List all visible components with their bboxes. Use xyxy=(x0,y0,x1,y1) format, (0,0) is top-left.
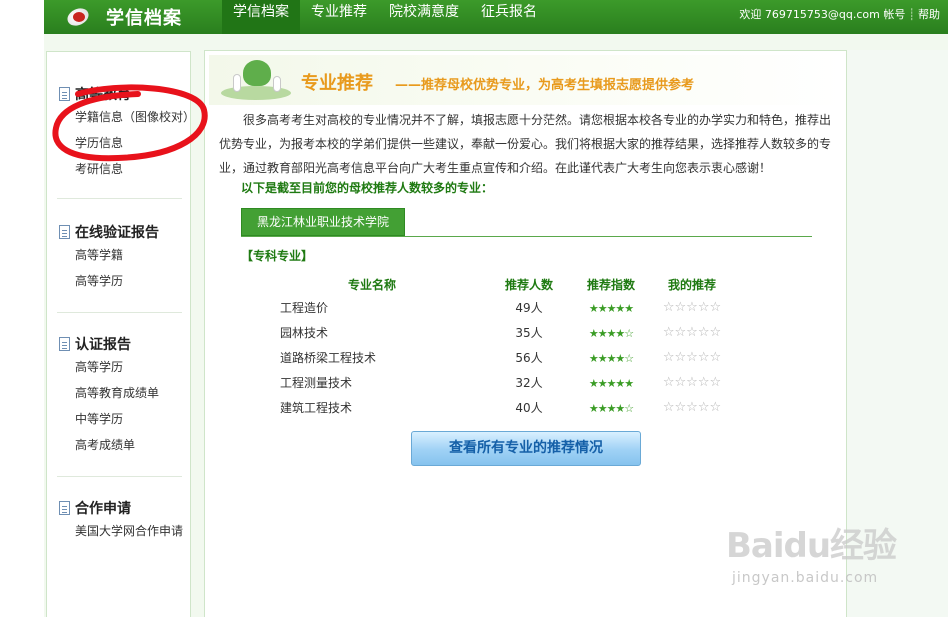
document-icon xyxy=(59,87,70,101)
sidebar-divider xyxy=(57,312,182,313)
table-row: 建筑工程技术 40人 ★★★★☆ ☆☆☆☆☆ xyxy=(265,395,741,420)
user-area: 欢迎 769715753@qq.com 帐号 ┊ 帮助 xyxy=(739,0,940,30)
major-name: 工程造价 xyxy=(280,301,329,315)
sidebar-item-us-university[interactable]: 美国大学网合作申请 xyxy=(59,518,184,544)
document-icon xyxy=(59,337,70,351)
my-rating-stars-icon[interactable]: ☆☆☆☆☆ xyxy=(663,300,721,315)
help-link[interactable]: 帮助 xyxy=(918,8,940,21)
column-header-count: 推荐人数 xyxy=(504,277,553,292)
column-header-major: 专业名称 xyxy=(347,277,396,292)
sidebar-group-higher-education: 高等教育 学籍信息（图像校对） 学历信息 考研信息 xyxy=(59,84,195,182)
nav-tab-major-recommend[interactable]: 专业推荐 xyxy=(300,0,378,34)
column-header-my-rating: 我的推荐 xyxy=(667,277,716,292)
table-row: 道路桥梁工程技术 56人 ★★★★☆ ☆☆☆☆☆ xyxy=(265,345,741,370)
sidebar-item-cert-degree[interactable]: 高等学历 xyxy=(59,354,184,380)
table-row: 工程造价 49人 ★★★★★ ☆☆☆☆☆ xyxy=(265,295,741,320)
sidebar-item-postgrad-info[interactable]: 考研信息 xyxy=(59,156,184,182)
sidebar-item-higher-degree[interactable]: 高等学历 xyxy=(59,268,184,294)
my-rating-stars-icon[interactable]: ☆☆☆☆☆ xyxy=(663,400,721,415)
sidebar-group-online-report: 在线验证报告 高等学籍 高等学历 xyxy=(59,222,184,294)
sidebar-group-header: 高等教育 xyxy=(59,84,184,104)
baidu-jingyan-watermark: Baidu经验 jingyan.baidu.com xyxy=(726,518,936,598)
sidebar-item-gaokao-score[interactable]: 高考成绩单 xyxy=(59,432,184,458)
nav-tab-recruitment[interactable]: 征兵报名 xyxy=(470,0,548,34)
table-row: 工程测量技术 32人 ★★★★★ ☆☆☆☆☆ xyxy=(265,370,741,395)
sidebar-item-secondary-degree[interactable]: 中等学历 xyxy=(59,406,184,432)
recommend-index-stars-icon: ★★★★★ xyxy=(588,376,634,390)
ranking-subheading: 以下是截至目前您的母校推荐人数较多的专业： xyxy=(241,181,494,195)
column-header-index: 推荐指数 xyxy=(586,277,635,292)
welcome-text: 欢迎 xyxy=(739,8,762,21)
document-icon xyxy=(59,501,70,515)
main-nav: 学信档案 专业推荐 院校满意度 征兵报名 xyxy=(222,0,548,34)
sidebar-group-title: 认证报告 xyxy=(75,337,131,353)
sidebar-group-title: 高等教育 xyxy=(75,87,131,103)
table-header-row: 专业名称 推荐人数 推荐指数 我的推荐 xyxy=(265,273,741,295)
sidebar: 高等教育 学籍信息（图像校对） 学历信息 考研信息 在线验证报告 高等学籍 高等… xyxy=(46,51,195,617)
sidebar-item-higher-status[interactable]: 高等学籍 xyxy=(59,242,184,268)
account-link[interactable]: 帐号 xyxy=(883,8,905,21)
sidebar-divider xyxy=(57,198,182,199)
section-label: 【专科专业】 xyxy=(241,249,314,263)
top-nav-bar: 学信档案 学信档案 专业推荐 院校满意度 征兵报名 欢迎 769715753@q… xyxy=(44,0,948,34)
logo[interactable]: 学信档案 xyxy=(64,0,182,34)
tab-underline xyxy=(241,236,812,237)
my-rating-stars-icon[interactable]: ☆☆☆☆☆ xyxy=(663,325,721,340)
sidebar-item-degree-info[interactable]: 学历信息 xyxy=(59,130,184,156)
banner-heart-illustration-icon xyxy=(221,58,291,102)
nav-tab-college-satisfaction[interactable]: 院校满意度 xyxy=(378,0,470,34)
logo-icon xyxy=(64,3,92,31)
sidebar-group-certification: 认证报告 高等学历 高等教育成绩单 中等学历 高考成绩单 xyxy=(59,334,184,458)
recommend-count: 40人 xyxy=(515,401,543,415)
app-title: 学信档案 xyxy=(106,8,182,29)
table-row: 园林技术 35人 ★★★★☆ ☆☆☆☆☆ xyxy=(265,320,741,345)
watermark-logo-text: Baidu经验 xyxy=(726,526,897,566)
recommend-count: 32人 xyxy=(515,376,543,390)
nav-tab-xuexin-archive[interactable]: 学信档案 xyxy=(222,0,300,34)
divider: ┊ xyxy=(908,8,915,21)
intro-paragraph: 很多高考考生对高校的专业情况并不了解，填报志愿十分茫然。请您根据本校各专业的办学… xyxy=(219,113,832,175)
my-rating-stars-icon[interactable]: ☆☆☆☆☆ xyxy=(663,375,721,390)
sidebar-group-header: 在线验证报告 xyxy=(59,222,184,242)
my-rating-stars-icon[interactable]: ☆☆☆☆☆ xyxy=(663,350,721,365)
page-subtitle: ——推荐母校优势专业，为高考生填报志愿提供参考 xyxy=(395,78,695,93)
major-name: 建筑工程技术 xyxy=(280,401,353,415)
page-banner: 专业推荐 ——推荐母校优势专业，为高考生填报志愿提供参考 xyxy=(209,55,843,105)
recommend-count: 49人 xyxy=(515,301,543,315)
page-title: 专业推荐 xyxy=(301,73,373,94)
majors-table: 专业名称 推荐人数 推荐指数 我的推荐 工程造价 49人 ★★★★★ ☆☆☆☆☆… xyxy=(265,273,741,420)
recommend-index-stars-icon: ★★★★☆ xyxy=(588,351,634,365)
sidebar-item-student-status[interactable]: 学籍信息（图像校对） xyxy=(59,104,195,130)
sidebar-group-cooperation: 合作申请 美国大学网合作申请 xyxy=(59,498,184,544)
document-icon xyxy=(59,225,70,239)
sidebar-group-title: 在线验证报告 xyxy=(75,225,159,241)
major-name: 园林技术 xyxy=(280,326,329,340)
sidebar-item-transcript[interactable]: 高等教育成绩单 xyxy=(59,380,184,406)
recommend-index-stars-icon: ★★★★☆ xyxy=(588,401,634,415)
sidebar-group-title: 合作申请 xyxy=(75,501,131,517)
tab-school[interactable]: 黑龙江林业职业技术学院 xyxy=(241,208,405,236)
sidebar-divider xyxy=(57,476,182,477)
recommend-count: 35人 xyxy=(515,326,543,340)
sidebar-group-header: 认证报告 xyxy=(59,334,184,354)
watermark-url: jingyan.baidu.com xyxy=(732,570,879,586)
view-all-recommendations-button[interactable]: 查看所有专业的推荐情况 xyxy=(411,431,641,466)
recommend-index-stars-icon: ★★★★☆ xyxy=(588,326,634,340)
major-name: 道路桥梁工程技术 xyxy=(280,351,377,365)
user-email: 769715753@qq.com xyxy=(764,8,880,21)
major-name: 工程测量技术 xyxy=(280,376,353,390)
sidebar-group-header: 合作申请 xyxy=(59,498,184,518)
recommend-index-stars-icon: ★★★★★ xyxy=(588,301,634,315)
recommend-count: 56人 xyxy=(515,351,543,365)
